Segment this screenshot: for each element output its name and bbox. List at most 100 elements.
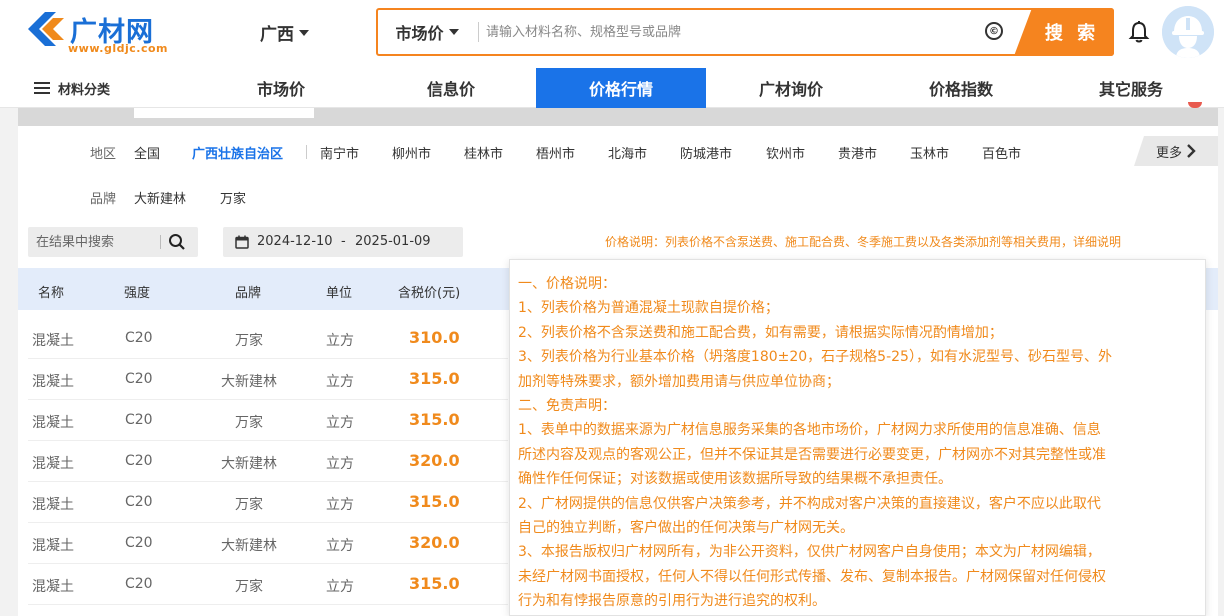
site-logo[interactable]: 广材网 www.gldjc.com <box>28 10 168 56</box>
price-note-tooltip: 一、价格说明： 1、列表价格为普通混凝土现款自提价格； 2、列表价格不含泵送费和… <box>509 259 1206 616</box>
col-header-strength: 强度 <box>124 286 151 301</box>
cell-unit: 立方 <box>326 415 354 431</box>
nav-info-price[interactable]: 信息价 <box>366 68 536 108</box>
logo-mark-icon <box>28 12 64 46</box>
results-search-input[interactable] <box>36 233 154 251</box>
date-range-picker[interactable]: 2024-12-10 - 2025-01-09 <box>223 227 463 257</box>
cell-unit: 立方 <box>326 497 354 513</box>
region-option-wuzhou[interactable]: 梧州市 <box>536 143 575 162</box>
cell-strength: C20 <box>125 494 153 510</box>
cell-price: 320.0 <box>409 451 460 470</box>
region-option-nanning[interactable]: 南宁市 <box>320 143 359 162</box>
col-header-name: 名称 <box>38 286 65 301</box>
date-start: 2024-12-10 <box>257 234 333 249</box>
region-option-guigang[interactable]: 贵港市 <box>838 143 877 162</box>
search-button[interactable]: 搜 索 <box>1014 8 1114 56</box>
region-option-beihai[interactable]: 北海市 <box>608 143 647 162</box>
results-search-divider <box>160 235 161 249</box>
price-note-link[interactable]: 价格说明：列表价格不含泵送费、施工配合费、冬季施工费以及各类添加剂等相关费用，详… <box>605 233 1121 250</box>
tooltip-line: 所述内容及观点的客观公正，但并不保证其是否需要进行必要变更，广材网亦不对其完整性… <box>518 446 1106 463</box>
region-selector[interactable]: 广西 <box>260 20 309 45</box>
tooltip-line: 未经广材网书面授权，任何人不得以任何形式传播、发布、复制本报告。广材网保留对任何… <box>518 568 1106 585</box>
table-row[interactable]: 混凝土 C20 万家 立方 315.0 <box>28 564 508 605</box>
table-row[interactable]: 混凝土 C20 大新建林 立方 320.0 <box>28 441 508 482</box>
search-icon[interactable] <box>168 233 186 251</box>
brand-option-wanjia[interactable]: 万家 <box>220 188 246 207</box>
cell-name: 混凝土 <box>32 579 74 595</box>
chevron-right-icon <box>1187 144 1196 158</box>
table-row[interactable]: 混凝土 C20 万家 立方 315.0 <box>28 400 508 441</box>
nav-price-trend[interactable]: 价格行情 <box>536 68 706 108</box>
region-option-qinzhou[interactable]: 钦州市 <box>766 143 805 162</box>
cell-brand: 大新建林 <box>221 538 277 554</box>
calendar-icon <box>235 235 249 249</box>
cell-price: 310.0 <box>409 328 460 347</box>
cell-price: 320.0 <box>409 533 460 552</box>
tooltip-line: 2、广材网提供的信息仅供客户决策参考，并不构成对客户决策的直接建议，客户不应以此… <box>518 495 1101 512</box>
tooltip-line: 行为和有悖报告原意的引用行为进行追究的权利。 <box>518 593 826 610</box>
more-label: 更多 <box>1155 145 1182 161</box>
brand-option-daxinjianlin[interactable]: 大新建林 <box>134 188 186 207</box>
search-bar: 市场价 © 搜 索 <box>376 8 1114 56</box>
bell-icon[interactable] <box>1128 20 1150 44</box>
region-option-guilin[interactable]: 桂林市 <box>464 143 503 162</box>
more-regions-button[interactable]: 更多 <box>1134 136 1218 166</box>
cell-brand: 万家 <box>235 333 263 349</box>
cell-price: 315.0 <box>409 574 460 593</box>
tooltip-line: 自己的独立判断，客户做出的任何决策与广材网无关。 <box>518 520 854 537</box>
search-divider <box>478 22 479 42</box>
tooltip-line: 3、列表价格为行业基本价格（坍落度180±20，石子规格5-25），如有水泥型号… <box>518 349 1112 366</box>
tooltip-line: 确性作任何保证；对该数据或使用该数据所导致的结果概不承担责任。 <box>518 471 952 488</box>
search-input[interactable] <box>486 16 966 48</box>
cell-price: 315.0 <box>409 410 460 429</box>
region-filter-label: 地区 <box>90 147 117 162</box>
region-option-fangchenggang[interactable]: 防城港市 <box>680 143 732 162</box>
cell-strength: C20 <box>125 412 153 428</box>
clear-icon[interactable]: © <box>985 22 1003 40</box>
cell-strength: C20 <box>125 535 153 551</box>
nav-inquiry[interactable]: 广材询价 <box>706 68 876 108</box>
cell-unit: 立方 <box>326 538 354 554</box>
cell-name: 混凝土 <box>32 374 74 390</box>
cell-unit: 立方 <box>326 333 354 349</box>
results-search-box <box>28 227 198 257</box>
cell-brand: 大新建林 <box>221 374 277 390</box>
material-category-menu[interactable]: 材料分类 <box>34 68 110 108</box>
cell-brand: 大新建林 <box>221 456 277 472</box>
table-row[interactable]: 混凝土 C20 大新建林 立方 320.0 <box>28 523 508 564</box>
tooltip-line: 3、本报告版权归广材网所有，为非公开资料，仅供广材网客户自身使用；本文为广材网编… <box>518 544 1101 561</box>
table-row[interactable]: 混凝土 C20 大新建林 立方 315.0 <box>28 359 508 400</box>
search-type-label: 市场价 <box>395 24 444 43</box>
brand-filter-label: 品牌 <box>90 192 117 207</box>
caret-down-icon <box>299 29 309 36</box>
search-type-dropdown[interactable]: 市场价 <box>378 10 476 54</box>
nav-market-price[interactable]: 市场价 <box>196 68 366 108</box>
region-separator <box>306 145 307 159</box>
region-option-baise[interactable]: 百色市 <box>982 143 1021 162</box>
region-label: 广西 <box>260 25 294 45</box>
table-row[interactable]: 混凝土 C20 万家 立方 315.0 <box>28 482 508 523</box>
menu-icon <box>34 82 50 94</box>
col-header-unit: 单位 <box>326 286 353 301</box>
region-option-national[interactable]: 全国 <box>134 143 160 162</box>
region-option-liuzhou[interactable]: 柳州市 <box>392 143 431 162</box>
cell-name: 混凝土 <box>32 497 74 513</box>
cell-strength: C20 <box>125 453 153 469</box>
nav-price-index[interactable]: 价格指数 <box>876 68 1046 108</box>
tooltip-line: 二、免责声明： <box>518 398 616 415</box>
tooltip-line: 1、表单中的数据来源为广材信息服务采集的各地市场价，广材网力求所使用的信息准确、… <box>518 422 1101 439</box>
user-avatar[interactable] <box>1162 6 1214 58</box>
col-header-price[interactable]: 含税价(元) <box>398 282 460 301</box>
col-header-brand: 品牌 <box>235 286 262 301</box>
table-row[interactable]: 混凝土 C20 万家 立方 310.0 <box>28 318 508 359</box>
caret-down-icon <box>448 29 459 35</box>
cell-name: 混凝土 <box>32 333 74 349</box>
cell-price: 315.0 <box>409 369 460 388</box>
cell-strength: C20 <box>125 371 153 387</box>
cell-name: 混凝土 <box>32 538 74 554</box>
region-option-yulin[interactable]: 玉林市 <box>910 143 949 162</box>
cell-brand: 万家 <box>235 579 263 595</box>
tooltip-line: 1、列表价格为普通混凝土现款自提价格； <box>518 300 779 317</box>
region-option-guangxi[interactable]: 广西壮族自治区 <box>192 143 283 162</box>
cell-brand: 万家 <box>235 497 263 513</box>
